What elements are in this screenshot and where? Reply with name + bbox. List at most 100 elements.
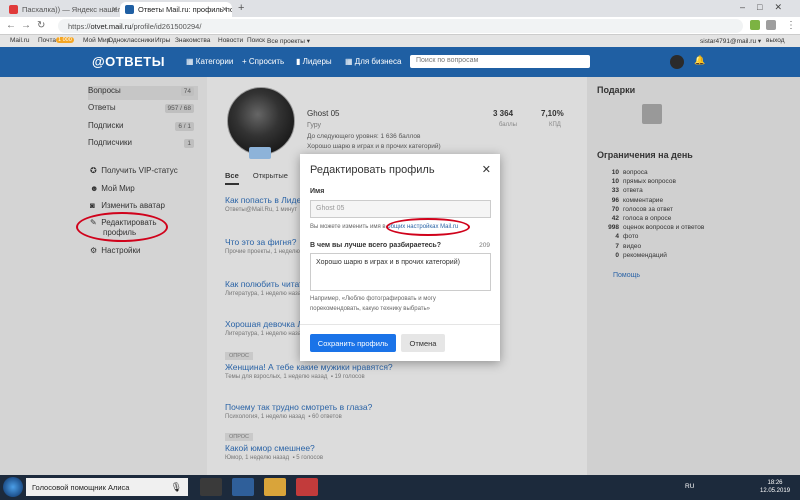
limit-count: 4: [615, 233, 619, 241]
limit-label: вопроса: [623, 169, 648, 176]
poll-tag: ОПРОС: [225, 352, 254, 360]
system-clock[interactable]: 18:26 12.05.2019: [760, 479, 790, 495]
question-meta: Юмор, 1 неделю назад ▪ 5 голосов: [225, 455, 575, 461]
limit-count: 0: [615, 251, 619, 259]
otvety-logo[interactable]: @ОТВЕТЫ: [92, 54, 165, 69]
comment-icon: ▪: [330, 374, 333, 380]
limit-row: 42 голоса в опросе: [597, 215, 787, 222]
portal-link[interactable]: Почта: [38, 37, 56, 44]
language-indicator[interactable]: RU: [685, 483, 694, 490]
limit-row: 4 фото: [597, 233, 787, 240]
sidebar-item-vip[interactable]: ✪ Получить VIP-статус: [90, 166, 178, 175]
url-field[interactable]: https://otvet.mail.ru/profile/id26150029…: [58, 19, 743, 33]
about-textarea[interactable]: Хорошо шарю в играх и в прочих категорий…: [310, 253, 491, 291]
explorer-taskbar-icon[interactable]: [264, 478, 286, 496]
nav-categories[interactable]: ▦ Категории: [186, 57, 233, 66]
close-icon[interactable]: ✕: [221, 5, 228, 14]
back-icon[interactable]: ←: [6, 20, 16, 31]
count-badge: 6 / 1: [175, 122, 194, 131]
gift-icon[interactable]: [642, 104, 662, 124]
right-panel: Подарки Ограничения на день 10 вопроса 10 п…: [587, 77, 800, 475]
name-field[interactable]: Ghost 05: [310, 200, 491, 218]
ie-taskbar-icon[interactable]: [232, 478, 254, 496]
cancel-button[interactable]: Отмена: [401, 334, 445, 352]
limit-label: фото: [623, 233, 639, 241]
answer-count: 60 ответов: [312, 414, 342, 420]
media-taskbar-icon[interactable]: [296, 478, 318, 496]
close-icon[interactable]: ✕: [482, 163, 491, 176]
save-profile-button[interactable]: Сохранить профиль: [310, 334, 396, 352]
limit-label: ответа: [623, 187, 643, 195]
extension-icon[interactable]: [750, 20, 760, 30]
limit-row: 10 вопроса: [597, 169, 787, 176]
about-label: В чем вы лучше всего разбираетесь?: [310, 242, 442, 249]
bell-icon[interactable]: 🔔: [694, 55, 705, 66]
browser-tab-active[interactable]: Ответы Mail.ru: профиль польз ✕: [120, 2, 232, 17]
new-tab-icon[interactable]: +: [238, 2, 244, 14]
limit-count: 33: [611, 187, 619, 195]
chrome-taskbar-icon[interactable]: [200, 478, 222, 496]
start-button[interactable]: [3, 477, 23, 497]
nav-label: Спросить: [248, 57, 285, 66]
help-link[interactable]: Помощь: [613, 272, 640, 279]
limit-count: 998: [608, 224, 619, 232]
logout-link[interactable]: выход: [766, 37, 785, 44]
portal-link[interactable]: Мой Мир: [83, 37, 110, 44]
plus-icon: +: [242, 57, 249, 66]
alice-label: Голосовой помощник Алиса: [32, 483, 130, 492]
sidebar-item-my-world[interactable]: ☻ Мой Мир: [90, 184, 135, 193]
window-controls[interactable]: –□✕: [740, 2, 794, 13]
forward-icon[interactable]: →: [21, 20, 31, 31]
sidebar-item-answers[interactable]: Ответы 957 / 68: [88, 103, 198, 117]
sidebar-item-change-avatar[interactable]: ◙ Изменить аватар: [90, 201, 165, 210]
portal-link[interactable]: Одноклассники: [108, 37, 154, 44]
alice-search-box[interactable]: Голосовой помощник Алиса 🎙: [26, 478, 188, 496]
nav-business[interactable]: ▦ Для бизнеса: [345, 57, 401, 66]
tab-open[interactable]: Открытые: [253, 171, 288, 180]
question-title[interactable]: Почему так трудно смотреть в глаза?: [225, 402, 575, 412]
portal-link[interactable]: Новости: [218, 37, 243, 44]
nav-leaders[interactable]: ▮ Лидеры: [296, 57, 332, 66]
windows-taskbar: Голосовой помощник Алиса 🎙 RU 18:26 12.05.…: [0, 475, 800, 500]
limits-title: Ограничения на день: [597, 150, 693, 160]
about-hint-line: порекомендовать, какую технику выбрать»: [310, 306, 430, 312]
avatar[interactable]: [670, 55, 684, 69]
portal-user[interactable]: sistar4791@mail.ru ▾: [700, 37, 761, 45]
portal-link[interactable]: Знакомства: [175, 37, 210, 44]
menu-icon[interactable]: ⋮: [786, 20, 796, 31]
tab-all[interactable]: Все: [225, 171, 239, 185]
browser-tab[interactable]: Пасхалка)) — Яндекс нашел ✕: [4, 2, 122, 17]
question-title[interactable]: Какой юмор смешнее?: [225, 443, 575, 453]
sidebar-item-subscriptions[interactable]: Подписки 6 / 1: [88, 121, 198, 135]
reload-icon[interactable]: ↻: [37, 20, 45, 31]
profile-about: Хорошо шарю в играх и в прочих категорий…: [307, 143, 441, 150]
extension-icon[interactable]: [766, 20, 776, 30]
sidebar-item-subscribers[interactable]: Подписчики 1: [88, 138, 198, 152]
hint-text: Вы можете изменить имя в: [310, 224, 388, 230]
question-title[interactable]: Женщина! А тебе какие мужики нравятся?: [225, 362, 575, 372]
portal-link[interactable]: Все проекты ▾: [267, 37, 310, 45]
search-input[interactable]: Поиск по вопросам: [410, 55, 590, 68]
limit-label: голоса в опросе: [623, 215, 672, 222]
limit-label: комментарие: [623, 196, 664, 204]
nav-ask[interactable]: + Спросить: [242, 57, 284, 66]
list-item[interactable]: Почему так трудно смотреть в глаза? Психо…: [225, 402, 575, 420]
limit-label: видео: [623, 242, 642, 250]
question-meta: Психология, 1 неделю назад ▪ 60 ответов: [225, 414, 575, 420]
portal-bar: Mail.ru Почта 1 000 Мой Мир Одноклассник…: [0, 35, 800, 47]
mic-icon[interactable]: 🎙: [171, 482, 182, 493]
sidebar-item-settings[interactable]: ⚙ Настройки: [90, 246, 140, 255]
portal-link[interactable]: Mail.ru: [10, 37, 30, 44]
clock-time: 18:26: [767, 480, 783, 486]
list-item[interactable]: ОПРОС Какой юмор смешнее? Юмор, 1 неделю н…: [225, 431, 575, 461]
question-meta: Темы для взрослых, 1 неделю назад ▪ 19 г…: [225, 374, 575, 380]
limit-row: 70 голосов за ответ: [597, 206, 787, 213]
close-icon[interactable]: ✕: [111, 5, 118, 14]
profile-avatar[interactable]: [227, 87, 295, 155]
profile-rank: Гуру: [307, 122, 322, 129]
portal-link[interactable]: Игры: [155, 37, 170, 44]
poll-tag: ОПРОС: [225, 433, 254, 441]
sidebar-item-label: Ответы: [88, 103, 116, 112]
sidebar-item-questions[interactable]: Вопросы 74: [88, 86, 198, 100]
portal-link[interactable]: Поиск: [247, 37, 265, 44]
